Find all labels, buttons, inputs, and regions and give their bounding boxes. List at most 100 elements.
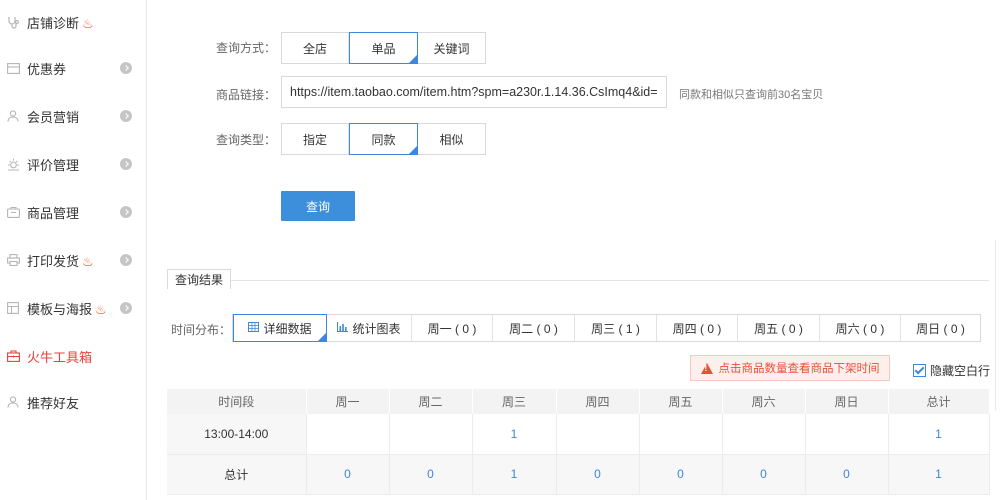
count-cell[interactable]: 0 [639, 454, 723, 495]
query-type-label: 查询类型： [215, 133, 276, 147]
user-icon [6, 395, 20, 409]
sidebar-item-review-management[interactable]: 评价管理 [0, 140, 146, 188]
count-cell[interactable] [805, 414, 889, 455]
chevron-right-icon[interactable] [120, 302, 132, 314]
query-button[interactable]: 查询 [281, 191, 355, 221]
column-header: 周日 [805, 389, 889, 414]
query-mode-option-single[interactable]: 单品 [349, 32, 418, 64]
count-cell[interactable]: 1 [472, 454, 557, 495]
tab-tuesday[interactable]: 周二 ( 0 ) [493, 315, 575, 341]
sidebar-item-print-shipping[interactable]: 打印发货 ♨ [0, 236, 146, 284]
sun-icon [6, 157, 20, 171]
product-link-input[interactable]: https://item.taobao.com/item.htm?spm=a23… [281, 76, 667, 108]
table-row: 13:00-14:00 1 1 [167, 414, 990, 455]
count-cell[interactable] [556, 414, 640, 455]
bag-icon [6, 205, 20, 219]
tab-wednesday[interactable]: 周三 ( 1 ) [575, 315, 657, 341]
flame-icon: ♨ [82, 253, 94, 269]
column-header: 总计 [888, 389, 990, 414]
query-mode-option-shop[interactable]: 全店 [282, 33, 349, 63]
printer-icon [6, 253, 20, 267]
column-header: 周二 [389, 389, 473, 414]
flame-icon: ♨ [82, 15, 94, 31]
sidebar-item-member-marketing[interactable]: 会员营销 [0, 92, 146, 140]
table-row: 总计 0 0 1 0 0 0 0 1 [167, 454, 990, 495]
results-table: 时间段 周一 周二 周三 周四 周五 周六 周日 总计 13:00-14:00 … [167, 389, 990, 495]
query-type-option-same[interactable]: 同款 [349, 123, 418, 155]
sidebar-item-label: 会员营销 [27, 109, 80, 125]
table-icon [248, 321, 260, 335]
total-label-cell: 总计 [167, 454, 307, 495]
total-cell[interactable]: 1 [888, 454, 990, 495]
hide-blank-rows-checkbox[interactable] [913, 364, 926, 377]
sidebar-item-label: 商品管理 [27, 205, 80, 221]
count-cell[interactable]: 1 [472, 414, 557, 455]
sidebar-item-label: 评价管理 [27, 157, 80, 173]
tab-stat-chart[interactable]: 统计图表 [327, 315, 412, 341]
count-cell[interactable] [639, 414, 723, 455]
divider [995, 240, 996, 410]
tab-friday[interactable]: 周五 ( 0 ) [738, 315, 820, 341]
count-cell[interactable] [722, 414, 806, 455]
sidebar-item-label: 火牛工具箱 [27, 349, 93, 365]
time-slot-cell: 13:00-14:00 [167, 414, 307, 455]
template-icon [6, 301, 20, 315]
count-cell[interactable] [306, 414, 390, 455]
query-type-option-similar[interactable]: 相似 [418, 124, 485, 154]
table-header-row: 时间段 周一 周二 周三 周四 周五 周六 周日 总计 [167, 389, 990, 414]
count-cell[interactable] [389, 414, 473, 455]
chevron-right-icon[interactable] [120, 110, 132, 122]
notice-text: 点击商品数量查看商品下架时间 [718, 363, 880, 375]
chevron-right-icon[interactable] [120, 158, 132, 170]
query-mode-label: 查询方式： [215, 41, 276, 55]
column-header: 周四 [556, 389, 640, 414]
chevron-right-icon[interactable] [120, 206, 132, 218]
product-link-label: 商品链接： [215, 88, 276, 102]
sidebar-item-label: 推荐好友 [27, 395, 80, 411]
stethoscope-icon [6, 15, 20, 29]
hide-blank-rows-label: 隐藏空白行 [930, 364, 991, 378]
sidebar-item-coupons[interactable]: 优惠券 [0, 44, 146, 92]
column-header: 时间段 [167, 389, 307, 414]
flame-icon: ♨ [95, 301, 107, 317]
query-mode-selector: 全店 单品 关键词 [281, 32, 486, 64]
query-mode-option-keyword[interactable]: 关键词 [418, 33, 485, 63]
sidebar-item-label: 打印发货 [27, 253, 80, 269]
column-header: 周三 [472, 389, 557, 414]
time-distribution-tabs: 详细数据 统计图表 周一 ( 0 ) 周二 ( 0 ) 周三 ( 1 ) 周四 … [232, 314, 981, 342]
count-cell[interactable]: 0 [389, 454, 473, 495]
sidebar-item-product-management[interactable]: 商品管理 [0, 188, 146, 236]
count-cell[interactable]: 0 [805, 454, 889, 495]
tab-saturday[interactable]: 周六 ( 0 ) [820, 315, 901, 341]
hide-blank-rows-toggle[interactable]: 隐藏空白行 [913, 362, 990, 379]
bar-chart-icon [337, 321, 349, 335]
sidebar-item-shop-diagnosis[interactable]: 店铺诊断 ♨ [0, 0, 146, 46]
chevron-right-icon[interactable] [120, 254, 132, 266]
warning-icon [700, 362, 713, 374]
tab-detail-data[interactable]: 详细数据 [233, 314, 327, 342]
count-cell[interactable]: 0 [306, 454, 390, 495]
tab-thursday[interactable]: 周四 ( 0 ) [657, 315, 738, 341]
divider [231, 280, 989, 281]
toolbox-icon [6, 349, 20, 363]
tab-monday[interactable]: 周一 ( 0 ) [412, 315, 493, 341]
tab-sunday[interactable]: 周日 ( 0 ) [901, 315, 980, 341]
time-distribution-label: 时间分布： [171, 323, 232, 337]
sidebar-item-label: 优惠券 [27, 61, 67, 77]
sidebar-item-recommend-friends[interactable]: 推荐好友 [0, 378, 146, 426]
query-type-option-specified[interactable]: 指定 [282, 124, 349, 154]
product-link-hint: 同款和相似只查询前30名宝贝 [679, 89, 824, 101]
tab-label: 详细数据 [263, 321, 312, 336]
user-icon [6, 109, 20, 123]
total-cell[interactable]: 1 [888, 414, 990, 455]
tab-label: 统计图表 [352, 321, 401, 336]
sidebar-item-label: 模板与海报 [27, 301, 93, 317]
sidebar: 店铺诊断 ♨ 优惠券 会员营销 评价管理 商品管理 打印发货 ♨ 模板与海报 ♨… [0, 0, 147, 500]
sidebar-item-templates-posters[interactable]: 模板与海报 ♨ [0, 284, 146, 332]
count-cell[interactable]: 0 [722, 454, 806, 495]
query-type-selector: 指定 同款 相似 [281, 123, 486, 155]
column-header: 周五 [639, 389, 723, 414]
sidebar-item-toolbox[interactable]: 火牛工具箱 [0, 332, 146, 380]
count-cell[interactable]: 0 [556, 454, 640, 495]
chevron-right-icon[interactable] [120, 62, 132, 74]
